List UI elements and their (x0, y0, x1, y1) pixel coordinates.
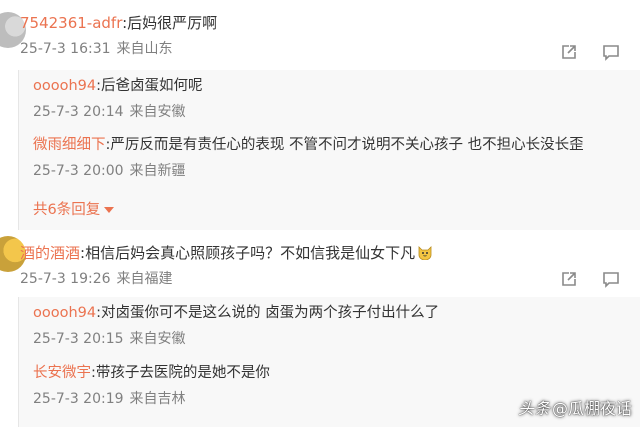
reply-date: 25-7-3 20:19 (33, 391, 124, 407)
comment-icon[interactable] (602, 43, 620, 65)
reply: 微雨细细下:严厉反而是有责任心的表现 不管不问才说明不关心孩子 也不担心长没长歪… (33, 135, 640, 180)
watermark-platform: 头条 (517, 399, 550, 418)
comment-meta: 25-7-3 19:26 来自福建 (20, 268, 640, 288)
reply-date: 25-7-3 20:14 (33, 104, 124, 120)
chevron-down-icon (104, 207, 115, 213)
share-icon[interactable] (560, 270, 578, 292)
reply-location: 来自新疆 (129, 163, 186, 179)
reply-username[interactable]: ooooh94 (33, 305, 96, 321)
comment-location: 来自山东 (116, 41, 173, 57)
watermark-account: @瓜棚夜话 (551, 399, 632, 418)
reply-meta: 25-7-3 20:14 来自安徽 (33, 101, 640, 121)
comment-actions (560, 270, 620, 292)
reply-username[interactable]: 长安微宇 (33, 365, 91, 381)
comment-username[interactable]: 7542361-adfr (20, 14, 122, 32)
reply-text: :严厉反而是有责任心的表现 不管不问才说明不关心孩子 也不担心长没长歪 (105, 137, 584, 153)
comment-location: 来自福建 (116, 271, 173, 287)
reply-text: :对卤蛋你可不是这么说的 卤蛋为两个孩子付出什么了 (96, 305, 440, 321)
reply-date: 25-7-3 20:15 (33, 331, 124, 347)
comment-meta: 25-7-3 16:31 来自山东 (20, 38, 640, 58)
reply-meta: 25-7-3 20:00 来自新疆 (33, 160, 640, 180)
reply-username[interactable]: ooooh94 (33, 78, 96, 94)
watermark: 头条 @瓜棚夜话 (518, 395, 632, 419)
comment-username[interactable]: 酒的酒酒 (20, 244, 80, 262)
comment: 酒的酒酒:相信后妈会真心照顾孩子吗？不如信我是仙女下凡 25-7-3 19:26… (20, 243, 640, 288)
reply-meta: 25-7-3 20:15 来自安徽 (33, 328, 640, 348)
reply-username[interactable]: 微雨细细下 (33, 137, 106, 153)
comment-date: 25-7-3 19:26 (20, 271, 111, 287)
reply-date: 25-7-3 20:00 (33, 163, 124, 179)
reply: ooooh94:后爸卤蛋如何呢 25-7-3 20:14 来自安徽 (33, 76, 640, 121)
reply-text: :带孩子去医院的是她不是你 (91, 365, 270, 381)
reply-line: ooooh94:后爸卤蛋如何呢 (33, 76, 640, 96)
comment: 7542361-adfr:后妈很严厉啊 25-7-3 16:31 来自山东 (20, 13, 640, 58)
comment-date: 25-7-3 16:31 (20, 41, 111, 57)
comment-text: :后妈很严厉啊 (122, 14, 218, 32)
reply-line: ooooh94:对卤蛋你可不是这么说的 卤蛋为两个孩子付出什么了 (33, 303, 640, 323)
comment-actions (560, 43, 620, 65)
reply-line: 微雨细细下:严厉反而是有责任心的表现 不管不问才说明不关心孩子 也不担心长没长歪 (33, 135, 640, 155)
reply: ooooh94:对卤蛋你可不是这么说的 卤蛋为两个孩子付出什么了 25-7-3 … (33, 303, 640, 348)
cat-face-emoji-icon (418, 246, 432, 260)
reply-location: 来自吉林 (129, 391, 186, 407)
reply-text: :后爸卤蛋如何呢 (96, 78, 203, 94)
reply-location: 来自安徽 (129, 331, 186, 347)
more-replies-button[interactable]: 共6条回复 (33, 198, 115, 219)
reply-line: 长安微宇:带孩子去医院的是她不是你 (33, 363, 640, 383)
comment-text: :相信后妈会真心照顾孩子吗？不如信我是仙女下凡 (80, 244, 416, 262)
reply-block: ooooh94:后爸卤蛋如何呢 25-7-3 20:14 来自安徽 微雨细细下:严… (18, 70, 640, 230)
comment-line: 酒的酒酒:相信后妈会真心照顾孩子吗？不如信我是仙女下凡 (20, 243, 640, 263)
share-icon[interactable] (560, 43, 578, 65)
more-replies-label: 共6条回复 (33, 202, 101, 218)
reply-location: 来自安徽 (129, 104, 186, 120)
comment-icon[interactable] (602, 270, 620, 292)
comment-line: 7542361-adfr:后妈很严厉啊 (20, 13, 640, 33)
